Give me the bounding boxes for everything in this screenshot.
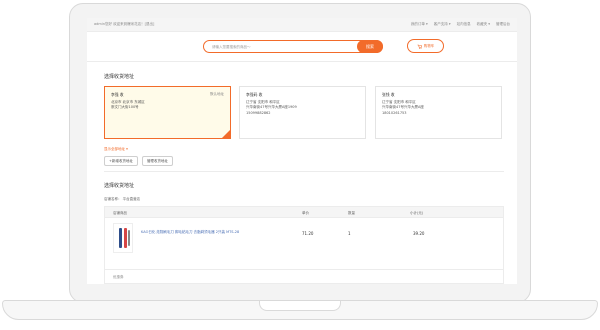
add-address-button[interactable]: +新增收货地址 bbox=[104, 156, 138, 166]
search-button[interactable]: 搜索 bbox=[357, 39, 383, 53]
laptop-notch bbox=[259, 301, 341, 311]
column-header: 单价 bbox=[302, 210, 309, 215]
cart-icon bbox=[417, 44, 422, 49]
order-table: 店铺商品 单价 数量 小计(元) KAO日化 炫翔刷毛刀 脚毛粘毛刀 去脂剃须毛… bbox=[104, 206, 504, 284]
address-card-3[interactable]: 张钱 收 辽宁省 沈阳市 和平区 兴华南街47号兴华大厦A座 180102617… bbox=[375, 86, 502, 139]
address-section-title: 选择收货地址 bbox=[104, 74, 135, 80]
welcome-text[interactable]: admin您好 欢迎来到爆米花店！[退出] bbox=[94, 22, 154, 27]
web-page: admin您好 欢迎来到爆米花店！[退出] 我的订单 ▾ 客户支持 ▾ 站内信息… bbox=[87, 18, 517, 284]
table-row: KAO日化 炫翔刷毛刀 脚毛粘毛刀 去脂剃须毛器 2只装 MTS-28 71.2… bbox=[105, 218, 503, 263]
topbar-link-admin[interactable]: 管理后台 bbox=[496, 22, 510, 27]
product-name-link[interactable]: KAO日化 炫翔刷毛刀 脚毛粘毛刀 去脂剃须毛器 2只装 MTS-28 bbox=[141, 230, 261, 235]
search-input[interactable]: 请输入您要搜索的商品～ 搜索 bbox=[203, 39, 383, 53]
unit-price: 71.20 bbox=[302, 231, 314, 236]
subtotal: 39.20 bbox=[413, 231, 425, 236]
address-actions: +新增收货地址 管理收货地址 bbox=[104, 156, 173, 166]
cart-button[interactable]: 购物车 bbox=[407, 39, 444, 53]
topbar-link-favorites[interactable]: 收藏夹 ▾ bbox=[477, 22, 490, 27]
topbar-link-orders[interactable]: 我的订单 ▾ bbox=[411, 22, 428, 27]
address-name: 李强 收 bbox=[111, 92, 124, 97]
address-line: 崇文门大街100号 bbox=[111, 105, 139, 110]
section-divider bbox=[104, 171, 504, 172]
address-phone: 15099882862 bbox=[246, 110, 271, 115]
address-name: 李强码 收 bbox=[246, 92, 263, 97]
topbar-link-messages[interactable]: 站内信息 bbox=[457, 22, 471, 27]
quantity: 1 bbox=[348, 231, 351, 236]
show-all-addresses-link[interactable]: 显示全部地址 ▾ bbox=[104, 147, 128, 152]
top-bar: admin您好 欢迎来到爆米花店！[退出] 我的订单 ▾ 客户支持 ▾ 站内信息… bbox=[87, 18, 517, 32]
address-name: 张钱 收 bbox=[382, 92, 395, 97]
product-image[interactable] bbox=[113, 223, 133, 253]
topbar-link-support[interactable]: 客户支持 ▾ bbox=[434, 22, 451, 27]
column-header: 小计(元) bbox=[410, 210, 424, 215]
table-header: 店铺商品 单价 数量 小计(元) bbox=[105, 207, 503, 218]
shop-name: 店铺名称： 平台直营店 bbox=[104, 197, 141, 201]
coupon-row[interactable]: 优惠券 bbox=[105, 269, 503, 283]
address-card-2[interactable]: 李强码 收 辽宁省 沈阳市 和平区 兴华南街47号兴华大厦A座1909 1509… bbox=[239, 86, 366, 139]
column-header: 店铺商品 bbox=[113, 210, 127, 215]
header-divider bbox=[87, 61, 517, 62]
cart-label: 购物车 bbox=[423, 43, 435, 48]
selected-corner-icon bbox=[222, 130, 230, 138]
column-header: 数量 bbox=[348, 210, 355, 215]
order-section-title: 选择收货地址 bbox=[104, 183, 135, 189]
manage-address-button[interactable]: 管理收货地址 bbox=[141, 156, 173, 166]
address-phone: 18010261753 bbox=[382, 110, 407, 115]
address-card-1[interactable]: 李强 收 北京市 北京市 东城区 崇文门大街100号 默认地址 bbox=[104, 86, 231, 139]
search-placeholder: 请输入您要搜索的商品～ bbox=[212, 44, 251, 49]
default-address-label: 默认地址 bbox=[210, 92, 224, 96]
